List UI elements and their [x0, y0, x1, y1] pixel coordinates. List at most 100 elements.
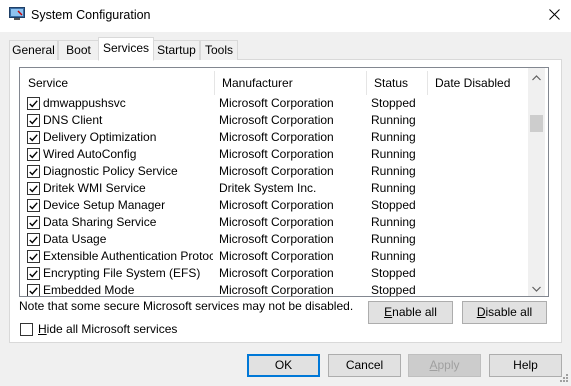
- service-manufacturer: Microsoft Corporation: [219, 283, 334, 297]
- service-name: Data Usage: [43, 232, 107, 246]
- service-status: Stopped: [371, 198, 416, 212]
- tab-startup[interactable]: Startup: [153, 40, 200, 60]
- service-name: Device Setup Manager: [43, 198, 166, 212]
- service-status: Running: [371, 164, 416, 178]
- checkmark-icon: [29, 99, 38, 108]
- checkmark-icon: [29, 133, 38, 142]
- cancel-button[interactable]: Cancel: [328, 354, 401, 377]
- service-manufacturer: Microsoft Corporation: [219, 198, 334, 212]
- service-status: Running: [371, 215, 416, 229]
- service-row[interactable]: Dritek WMI Service Dritek System Inc. Runn…: [20, 180, 530, 197]
- service-row[interactable]: Diagnostic Policy Service Microsoft Corpo…: [20, 163, 530, 180]
- scroll-down-button[interactable]: [528, 279, 545, 296]
- service-manufacturer: Microsoft Corporation: [219, 266, 334, 280]
- service-manufacturer: Microsoft Corporation: [219, 249, 334, 263]
- button-accelerator: A: [429, 358, 438, 372]
- service-checkbox[interactable]: [27, 233, 40, 246]
- checkmark-icon: [29, 218, 38, 227]
- service-status: Running: [371, 147, 416, 161]
- checkmark-icon: [29, 167, 38, 176]
- service-row[interactable]: dmwappushsvc Microsoft Corporation Stopped: [20, 95, 530, 112]
- service-row[interactable]: Delivery Optimization Microsoft Corporati…: [20, 129, 530, 146]
- service-row[interactable]: Device Setup Manager Microsoft Corporatio…: [20, 197, 530, 214]
- service-checkbox[interactable]: [27, 131, 40, 144]
- service-checkbox[interactable]: [27, 97, 40, 110]
- service-manufacturer: Microsoft Corporation: [219, 130, 334, 144]
- service-status: Running: [371, 113, 416, 127]
- chevron-up-icon: [532, 70, 541, 84]
- service-checkbox[interactable]: [27, 114, 40, 127]
- service-name: Extensible Authentication Protocol: [43, 249, 213, 263]
- vertical-scrollbar[interactable]: [528, 68, 545, 296]
- button-label: nable all: [392, 305, 437, 319]
- service-manufacturer: Dritek System Inc.: [219, 181, 317, 195]
- help-button[interactable]: Help: [489, 354, 562, 377]
- checkmark-icon: [29, 184, 38, 193]
- window-title: System Configuration: [31, 8, 151, 22]
- column-header-manufacturer[interactable]: Manufacturer: [215, 72, 366, 94]
- service-manufacturer: Microsoft Corporation: [219, 164, 334, 178]
- ok-button[interactable]: OK: [247, 354, 320, 377]
- service-checkbox[interactable]: [27, 216, 40, 229]
- service-name: DNS Client: [43, 113, 103, 127]
- service-row[interactable]: Extensible Authentication Protocol Micros…: [20, 248, 530, 265]
- checkmark-icon: [29, 150, 38, 159]
- service-row[interactable]: Encrypting File System (EFS) Microsoft Co…: [20, 265, 530, 282]
- tab-tools[interactable]: Tools: [200, 40, 238, 60]
- enable-all-button[interactable]: Enable all: [368, 301, 453, 324]
- service-row[interactable]: Data Sharing Service Microsoft Corporatio…: [20, 214, 530, 231]
- services-list[interactable]: Service Manufacturer Status Date Disable…: [19, 67, 549, 297]
- service-name: Data Sharing Service: [43, 215, 157, 229]
- checkmark-icon: [29, 235, 38, 244]
- service-checkbox[interactable]: [27, 267, 40, 280]
- service-row[interactable]: Data Usage Microsoft Corporation Running: [20, 231, 530, 248]
- service-name: Wired AutoConfig: [43, 147, 137, 161]
- label-text: ide all Microsoft services: [46, 322, 178, 336]
- tab-services[interactable]: Services: [98, 37, 154, 61]
- tab-boot[interactable]: Boot: [58, 40, 99, 60]
- checkmark-icon: [29, 116, 38, 125]
- service-checkbox[interactable]: [27, 182, 40, 195]
- hide-microsoft-services-label[interactable]: Hide all Microsoft services: [38, 322, 177, 336]
- service-status: Stopped: [371, 96, 416, 110]
- service-row[interactable]: Wired AutoConfig Microsoft Corporation Run…: [20, 146, 530, 163]
- column-header-status[interactable]: Status: [367, 72, 427, 94]
- service-row[interactable]: Embedded Mode Microsoft Corporation Stoppe…: [20, 282, 530, 297]
- service-checkbox[interactable]: [27, 165, 40, 178]
- resize-grip-icon[interactable]: [557, 371, 569, 383]
- close-icon: [549, 8, 560, 23]
- service-checkbox[interactable]: [27, 284, 40, 296]
- button-label: isable all: [485, 305, 533, 319]
- service-checkbox[interactable]: [27, 148, 40, 161]
- service-name: dmwappushsvc: [43, 96, 126, 110]
- chevron-down-icon: [532, 281, 541, 295]
- service-status: Running: [371, 232, 416, 246]
- close-button[interactable]: [538, 0, 571, 31]
- service-checkbox[interactable]: [27, 250, 40, 263]
- column-header-date-disabled[interactable]: Date Disabled: [428, 72, 528, 94]
- apply-button[interactable]: Apply: [408, 354, 481, 377]
- service-row[interactable]: DNS Client Microsoft Corporation Running: [20, 112, 530, 129]
- disable-all-button[interactable]: Disable all: [462, 301, 547, 324]
- service-name: Dritek WMI Service: [43, 181, 146, 195]
- service-manufacturer: Microsoft Corporation: [219, 232, 334, 246]
- service-name: Diagnostic Policy Service: [43, 164, 178, 178]
- service-name: Encrypting File System (EFS): [43, 266, 201, 280]
- service-manufacturer: Microsoft Corporation: [219, 215, 334, 229]
- service-status: Running: [371, 130, 416, 144]
- service-checkbox[interactable]: [27, 199, 40, 212]
- button-accelerator: E: [384, 305, 393, 319]
- service-manufacturer: Microsoft Corporation: [219, 113, 334, 127]
- checkmark-icon: [29, 201, 38, 210]
- service-status: Running: [371, 249, 416, 263]
- tab-general[interactable]: General: [9, 40, 58, 60]
- column-header-service[interactable]: Service: [21, 72, 214, 94]
- service-name: Embedded Mode: [43, 283, 135, 297]
- scroll-thumb[interactable]: [530, 115, 543, 132]
- hide-microsoft-services-checkbox[interactable]: [20, 323, 33, 336]
- system-config-icon: [9, 7, 25, 21]
- scroll-up-button[interactable]: [528, 68, 545, 85]
- checkmark-icon: [29, 269, 38, 278]
- service-manufacturer: Microsoft Corporation: [219, 147, 334, 161]
- service-status: Stopped: [371, 283, 416, 297]
